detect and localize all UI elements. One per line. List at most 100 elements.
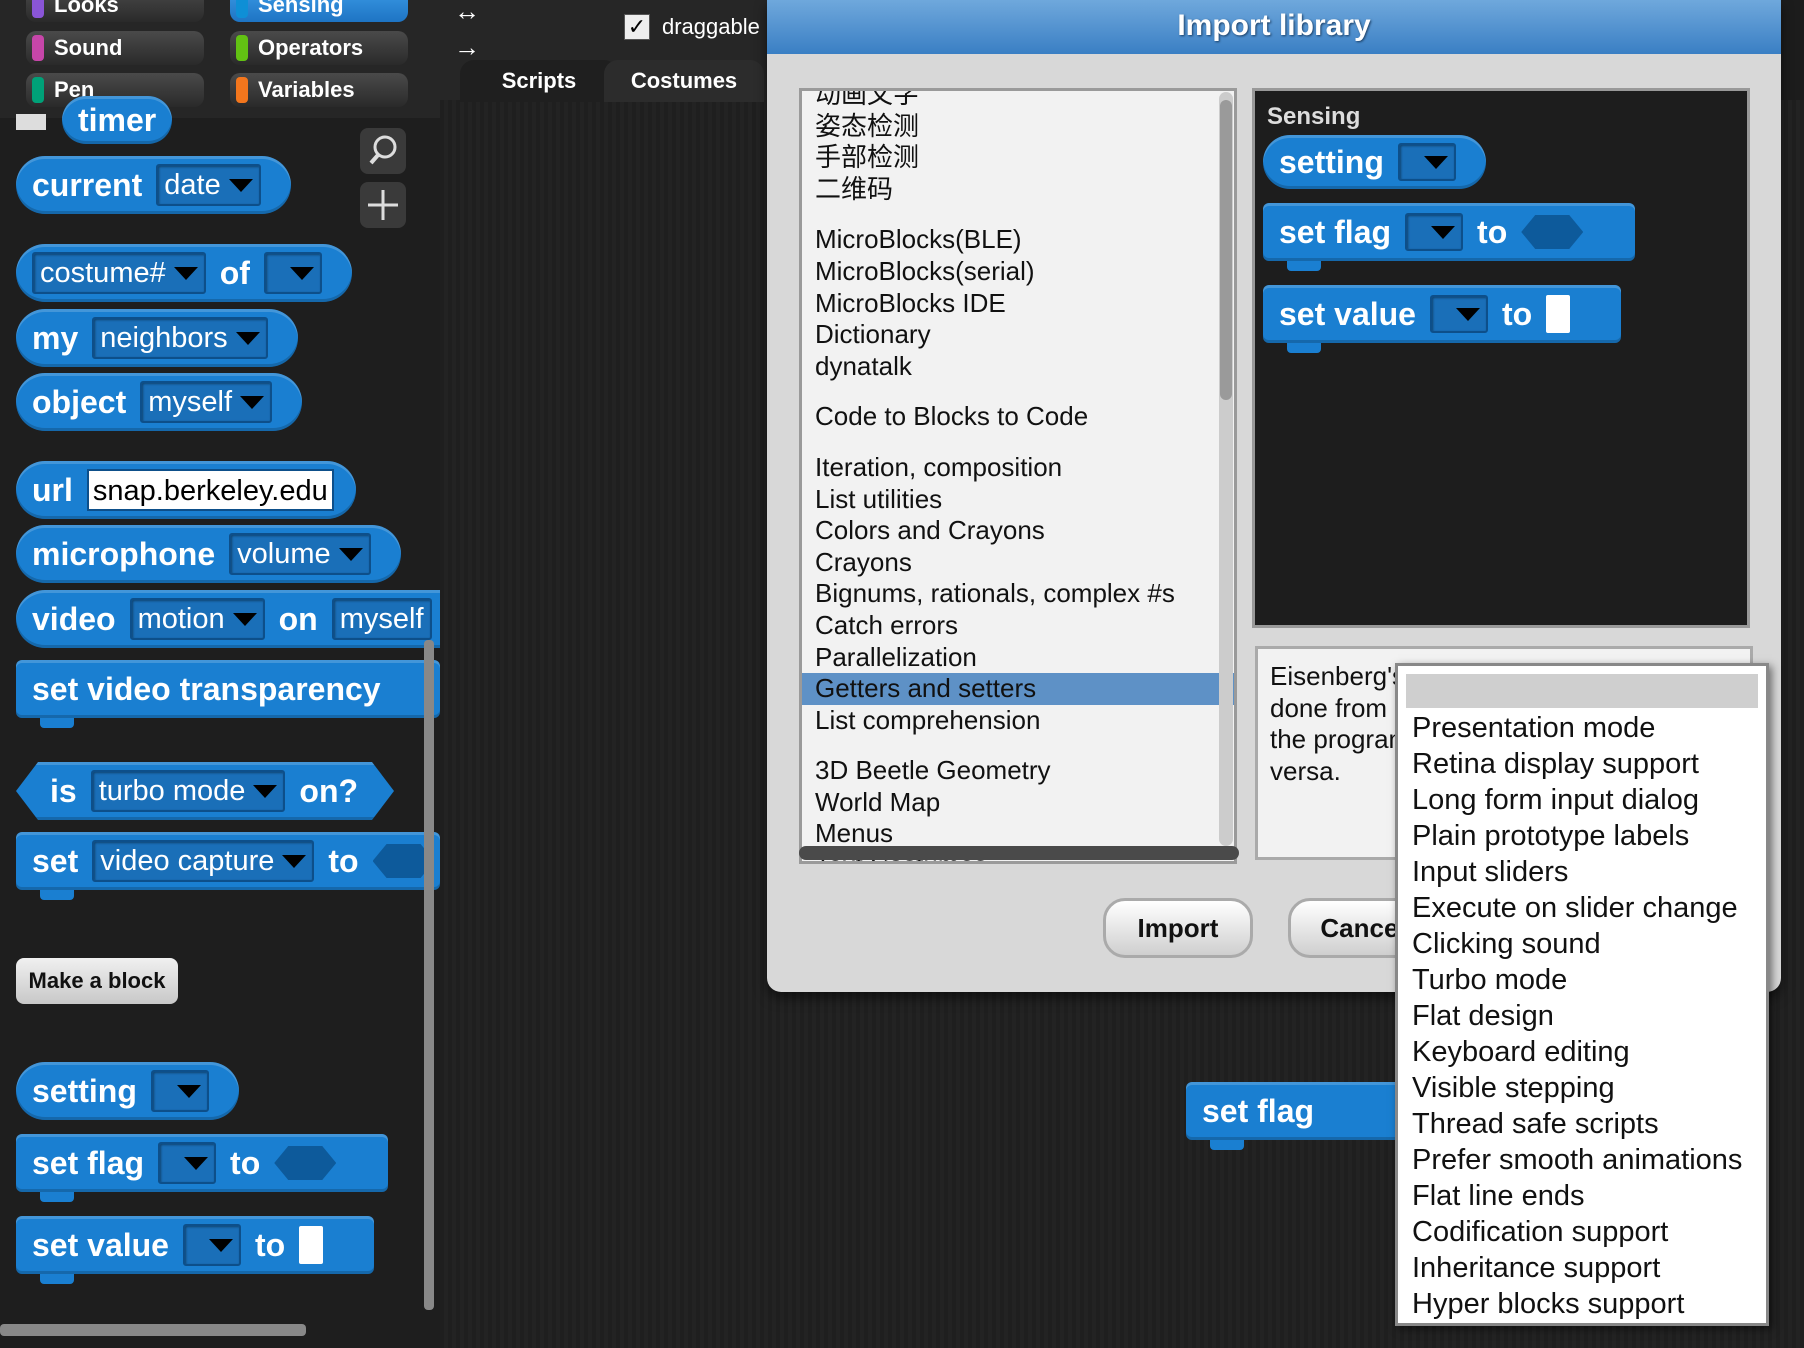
menu-item[interactable]: Plain prototype labels [1412, 818, 1742, 854]
library-item[interactable]: Getters and setters [802, 673, 1234, 705]
current-dropdown[interactable]: date [156, 164, 261, 206]
category-looks[interactable]: Looks [26, 0, 204, 22]
set-video-transparency-block[interactable]: set video transparency [16, 660, 440, 728]
video-target-dropdown[interactable]: myself [331, 598, 432, 640]
library-item[interactable]: Catch errors [802, 610, 1234, 642]
list-separator [802, 205, 1234, 224]
video-reporter[interactable]: video motion on myself [16, 590, 440, 648]
library-list[interactable]: 动画文字 姿态检测 手部检测 二维码 MicroBlocks(BLE) MicroBloc… [799, 88, 1237, 864]
video-capture-dropdown[interactable]: video capture [92, 840, 315, 882]
menu-item[interactable]: Codification support [1412, 1214, 1742, 1250]
setting-reporter[interactable]: setting [16, 1062, 239, 1120]
menu-item[interactable]: Input sliders [1412, 854, 1742, 890]
variables-color-swatch [236, 77, 248, 103]
library-item[interactable]: MicroBlocks(BLE) [802, 224, 1234, 256]
library-item[interactable]: Bignums, rationals, complex #s [802, 578, 1234, 610]
sprite-dropdown[interactable] [263, 252, 322, 294]
library-item[interactable]: World Map [802, 787, 1234, 819]
dialog-title[interactable]: Import library [767, 0, 1781, 54]
value-slot[interactable] [372, 844, 424, 878]
chevron-down-icon [232, 612, 257, 626]
menu-item[interactable]: Hyper blocks support [1412, 1286, 1742, 1322]
attribute-of-reporter[interactable]: costume# of [16, 244, 352, 302]
library-item[interactable]: 动画文字 [802, 91, 1234, 111]
library-list-horizontal-scrollbar[interactable] [799, 846, 1239, 860]
library-item[interactable]: 二维码 [802, 174, 1234, 206]
palette-scrollbar[interactable] [424, 640, 434, 1310]
timer-reporter[interactable]: timer [62, 96, 173, 144]
set-flag-block[interactable]: set flag to [16, 1134, 388, 1202]
value-dropdown[interactable] [182, 1224, 241, 1266]
category-variables[interactable]: Variables [230, 73, 408, 107]
script-set-flag-block[interactable]: set flag [1186, 1082, 1426, 1150]
scrollbar-thumb[interactable] [1220, 100, 1232, 400]
flag-dropdown[interactable] [158, 1142, 217, 1184]
microphone-reporter[interactable]: microphone volume [16, 525, 401, 583]
library-item[interactable]: Iteration, composition [802, 452, 1234, 484]
setting-dropdown[interactable] [150, 1070, 209, 1112]
library-item[interactable]: MicroBlocks(serial) [802, 256, 1234, 288]
draggable-checkbox[interactable]: ✓ [624, 14, 650, 40]
category-operators[interactable]: Operators [230, 31, 408, 65]
library-item[interactable]: Crayons [802, 547, 1234, 579]
set-value-block[interactable]: set value to [16, 1216, 374, 1284]
library-item[interactable]: List utilities [802, 484, 1234, 516]
preview-set-flag-block: set flag to [1263, 203, 1635, 271]
library-item[interactable]: MicroBlocks IDE [802, 288, 1234, 320]
sound-color-swatch [32, 35, 44, 61]
menu-item[interactable]: Flat line ends [1412, 1178, 1742, 1214]
value-input[interactable] [299, 1226, 324, 1264]
menu-item[interactable]: Presentation mode [1412, 710, 1742, 746]
url-reporter[interactable]: url snap.berkeley.edu [16, 461, 356, 519]
attribute-dropdown[interactable]: costume# [32, 252, 206, 294]
menu-item[interactable]: Long form input dialog [1412, 782, 1742, 818]
menu-item[interactable]: Keyboard editing [1412, 1034, 1742, 1070]
library-item[interactable]: Dictionary [802, 319, 1234, 351]
video-dropdown[interactable]: motion [129, 598, 265, 640]
library-list-scrollbar[interactable] [1219, 92, 1233, 846]
preview-setting-dropdown [1397, 143, 1456, 181]
menu-item[interactable]: Flat design [1412, 998, 1742, 1034]
rotation-right-icon[interactable]: → [454, 32, 480, 63]
library-item[interactable]: Parallelization [802, 642, 1234, 674]
object-dropdown[interactable]: myself [140, 381, 273, 423]
menu-item[interactable]: Visible stepping [1412, 1070, 1742, 1106]
set-video-capture-block[interactable]: set video capture to [16, 832, 440, 900]
menu-item[interactable]: Retina display support [1412, 746, 1742, 782]
add-icon[interactable] [360, 182, 406, 228]
settings-menu-items: Presentation mode Retina display support L… [1412, 710, 1742, 1322]
category-sensing[interactable]: Sensing [230, 0, 408, 22]
tab-scripts[interactable]: Scripts [460, 60, 618, 102]
boolean-slot[interactable] [274, 1146, 337, 1180]
library-item[interactable]: Colors and Crayons [802, 515, 1234, 547]
is-turbo-mode-predicate[interactable]: is turbo mode on? [16, 762, 394, 820]
chevron-down-icon [173, 266, 198, 280]
make-a-block-button[interactable]: Make a block [16, 958, 178, 1004]
library-item[interactable]: 手部检测 [802, 142, 1234, 174]
menu-item[interactable]: Inheritance support [1412, 1250, 1742, 1286]
menu-item[interactable]: Execute on slider change [1412, 890, 1742, 926]
import-button[interactable]: Import [1103, 898, 1253, 958]
rotation-both-icon[interactable]: ↔ [454, 0, 480, 27]
menu-item[interactable]: Prefer smooth animations [1412, 1142, 1742, 1178]
library-item[interactable]: List comprehension [802, 705, 1234, 737]
library-item[interactable]: 姿态检测 [802, 111, 1234, 143]
library-item[interactable]: dynatalk [802, 351, 1234, 383]
timer-checkbox[interactable] [16, 114, 46, 130]
library-item[interactable]: 3D Beetle Geometry [802, 755, 1234, 787]
url-input[interactable]: snap.berkeley.edu [86, 469, 334, 511]
category-sound[interactable]: Sound [26, 31, 204, 65]
turbo-dropdown[interactable]: turbo mode [91, 770, 286, 812]
microphone-dropdown[interactable]: volume [229, 533, 371, 575]
menu-item[interactable]: Clicking sound [1412, 926, 1742, 962]
menu-item[interactable]: Thread safe scripts [1412, 1106, 1742, 1142]
menu-item[interactable]: Turbo mode [1412, 962, 1742, 998]
palette-horizontal-scrollbar[interactable] [0, 1324, 306, 1336]
library-item[interactable]: Code to Blocks to Code [802, 401, 1234, 433]
object-reporter[interactable]: object myself [16, 373, 303, 431]
my-reporter[interactable]: my neighbors [16, 309, 298, 367]
current-date-reporter[interactable]: current date [16, 156, 291, 214]
search-icon[interactable] [360, 128, 406, 174]
my-dropdown[interactable]: neighbors [92, 317, 268, 359]
tab-costumes[interactable]: Costumes [604, 60, 764, 102]
